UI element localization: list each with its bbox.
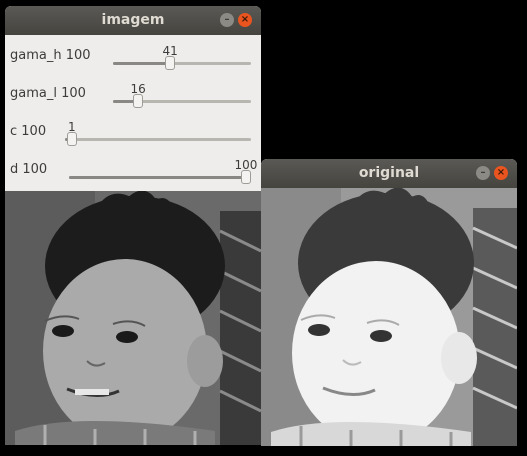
trackbar-handle[interactable] <box>241 170 251 184</box>
close-icon[interactable]: × <box>494 166 508 180</box>
original-titlebar[interactable]: original – × <box>261 159 517 188</box>
imagem-titlebar[interactable]: imagem – × <box>5 6 261 35</box>
close-icon[interactable]: × <box>238 13 252 27</box>
imagem-window-title: imagem <box>101 12 165 28</box>
trackbar-label: gama_h 100 <box>10 48 91 63</box>
trackbar-track[interactable] <box>65 132 251 146</box>
trackbar-track[interactable] <box>69 170 251 184</box>
minimize-icon[interactable]: – <box>220 13 234 27</box>
trackbar-fill <box>69 176 246 179</box>
original-window-title: original <box>358 165 420 181</box>
original-image <box>261 188 517 446</box>
imagem-window: imagem – × gama_h 100 41 gama_l 100 16 c… <box>5 6 261 445</box>
trackbar-gama-l: gama_l 100 16 <box>5 80 261 116</box>
trackbar-handle[interactable] <box>165 56 175 70</box>
trackbar-fill <box>113 62 170 65</box>
trackbar-label: d 100 <box>10 162 48 177</box>
trackbar-handle[interactable] <box>67 132 77 146</box>
trackbar-label: gama_l 100 <box>10 86 86 101</box>
trackbar-c: c 100 1 <box>5 118 261 154</box>
trackbar-track[interactable] <box>113 56 251 70</box>
minimize-icon[interactable]: – <box>476 166 490 180</box>
original-window: original – × <box>261 159 517 446</box>
trackbar-gama-h: gama_h 100 41 <box>5 42 261 78</box>
trackbar-handle[interactable] <box>133 94 143 108</box>
trackbar-track[interactable] <box>113 94 251 108</box>
trackbar-d: d 100 100 <box>5 156 261 192</box>
processed-image <box>5 191 261 445</box>
trackbar-label: c 100 <box>10 124 47 139</box>
